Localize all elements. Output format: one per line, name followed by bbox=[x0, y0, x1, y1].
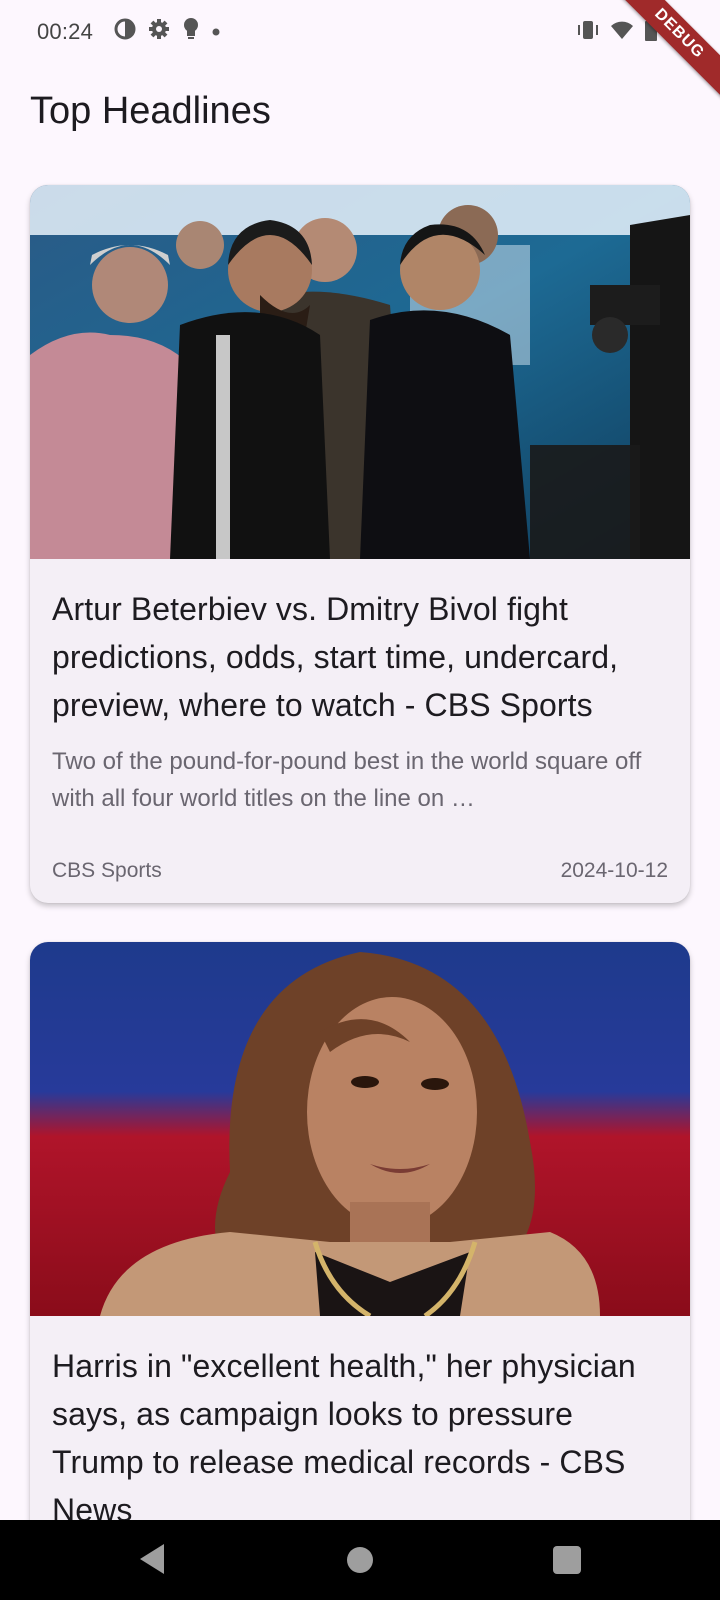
article-body: Artur Beterbiev vs. Dmitry Bivol fight p… bbox=[30, 559, 690, 817]
article-description: Two of the pound-for-pound best in the w… bbox=[52, 748, 642, 812]
article-image bbox=[30, 185, 690, 559]
status-bar: 00:24 bbox=[0, 0, 720, 62]
article-image bbox=[30, 942, 690, 1316]
lightbulb-icon bbox=[182, 17, 200, 46]
portrait-photo bbox=[30, 942, 690, 1316]
article-title: Harris in "excellent health," her physic… bbox=[52, 1348, 636, 1528]
data-saver-icon bbox=[114, 18, 136, 45]
back-icon[interactable] bbox=[138, 1542, 166, 1581]
article-body: Harris in "excellent health," her physic… bbox=[30, 1316, 690, 1534]
boxers-faceoff-photo bbox=[30, 185, 690, 559]
article-date: 2024-10-12 bbox=[560, 859, 668, 882]
home-icon[interactable] bbox=[347, 1547, 373, 1573]
navigation-bar bbox=[0, 1520, 720, 1600]
article-card[interactable]: Harris in "excellent health," her physic… bbox=[30, 942, 690, 1582]
status-icons-left bbox=[114, 17, 220, 46]
article-title: Artur Beterbiev vs. Dmitry Bivol fight p… bbox=[52, 591, 619, 723]
article-card[interactable]: Artur Beterbiev vs. Dmitry Bivol fight p… bbox=[30, 185, 690, 903]
status-icons-right bbox=[576, 18, 658, 47]
settings-icon bbox=[148, 18, 170, 45]
article-meta: CBS Sports 2024-10-12 bbox=[52, 859, 668, 883]
dot-icon bbox=[212, 23, 220, 41]
status-time: 00:24 bbox=[37, 19, 94, 44]
page-title: Top Headlines bbox=[30, 90, 271, 132]
wifi-icon bbox=[610, 20, 634, 45]
article-source: CBS Sports bbox=[52, 859, 162, 882]
vibrate-icon bbox=[576, 19, 600, 46]
recents-icon[interactable] bbox=[553, 1546, 581, 1574]
